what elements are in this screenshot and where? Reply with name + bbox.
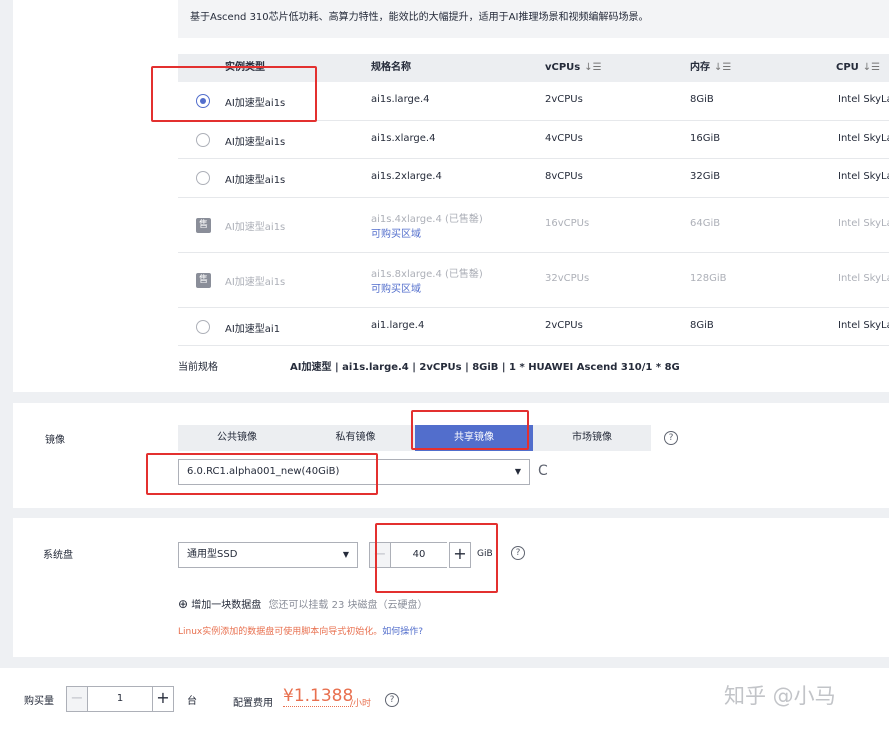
row-type: AI加速型ai1s xyxy=(225,137,286,148)
row-vcpus: 8vCPUs xyxy=(545,171,583,182)
linux-init-hint-text: Linux实例添加的数据盘可使用脚本向导式初始化。 xyxy=(178,627,383,637)
row-vcpus: 2vCPUs xyxy=(545,94,583,105)
help-icon[interactable]: ? xyxy=(664,431,678,445)
add-data-disk-label[interactable]: 增加一块数据盘 xyxy=(191,600,261,611)
price-unit: /小时 xyxy=(350,699,372,709)
watermark: 知乎 @小马 xyxy=(724,684,836,708)
row-cpu: Intel SkyLa xyxy=(838,133,889,144)
row-cpu: Intel SkyLa xyxy=(838,320,889,331)
system-disk-label: 系统盘 xyxy=(43,550,73,561)
help-icon[interactable]: ? xyxy=(385,693,399,707)
row-memory: 128GiB xyxy=(690,273,727,284)
image-label: 镜像 xyxy=(45,435,65,446)
current-spec: 当前规格 AI加速型 | ai1s.large.4 | 2vCPUs | 8GiB… xyxy=(178,358,680,373)
soldout-icon: 售 xyxy=(196,273,211,288)
col-header-type: 实例类型 xyxy=(225,62,265,73)
row-spec: ai1.large.4 xyxy=(371,320,425,331)
row-spec: ai1s.xlarge.4 xyxy=(371,133,436,144)
available-region-link[interactable]: 可购买区域 xyxy=(371,280,421,295)
row-cpu: Intel SkyLa xyxy=(838,273,889,284)
row-memory: 64GiB xyxy=(690,218,721,229)
row-spec: ai1s.8xlarge.4 (已售罄) xyxy=(371,269,483,280)
refresh-icon[interactable]: C xyxy=(538,463,548,479)
row-cpu: Intel SkyLa xyxy=(838,94,889,105)
quantity-label: 购买量 xyxy=(24,696,54,707)
linux-init-hint: Linux实例添加的数据盘可使用脚本向导式初始化。如何操作? xyxy=(178,624,423,637)
tab-market-image[interactable]: 市场镜像 xyxy=(533,425,651,451)
sort-icon[interactable]: ↓☰ xyxy=(714,62,731,73)
disk-type-select[interactable]: 通用型SSD ▼ xyxy=(178,542,358,568)
row-spec: ai1s.large.4 xyxy=(371,94,430,105)
radio-button[interactable] xyxy=(196,133,210,147)
spec-row[interactable]: AI加速型ai1s ai1s.large.4 2vCPUs 8GiB Intel… xyxy=(178,82,889,121)
spec-row-soldout: 售 AI加速型ai1s ai1s.4xlarge.4 (已售罄) 可购买区域 1… xyxy=(178,198,889,253)
row-memory: 16GiB xyxy=(690,133,721,144)
radio-button[interactable] xyxy=(196,171,210,185)
quantity-unit: 台 xyxy=(187,696,197,707)
add-data-disk[interactable]: ⊕ 增加一块数据盘 您还可以挂载 23 块磁盘（云硬盘） xyxy=(178,596,428,611)
row-type: AI加速型ai1 xyxy=(225,324,281,335)
row-cpu: Intel SkyLa xyxy=(838,218,889,229)
radio-button[interactable] xyxy=(196,320,210,334)
quantity-increment-button[interactable]: + xyxy=(152,686,174,712)
row-type: AI加速型ai1s xyxy=(225,175,286,186)
sort-icon[interactable]: ↓☰ xyxy=(584,62,601,73)
row-spec: ai1s.4xlarge.4 (已售罄) xyxy=(371,214,483,225)
col-header-vcpus[interactable]: vCPUs ↓☰ xyxy=(545,54,602,82)
row-memory: 32GiB xyxy=(690,171,721,182)
sort-icon[interactable]: ↓☰ xyxy=(863,62,880,73)
price-value: ¥1.1388 xyxy=(283,686,354,707)
spec-row[interactable]: AI加速型ai1s ai1s.xlarge.4 4vCPUs 16GiB Int… xyxy=(178,121,889,159)
image-panel: 镜像 公共镜像 私有镜像 共享镜像 市场镜像 ? 6.0.RC1.alpha00… xyxy=(13,403,889,508)
row-memory: 8GiB xyxy=(690,94,714,105)
image-select-value: 6.0.RC1.alpha001_new(40GiB) xyxy=(187,466,340,477)
radio-selected[interactable] xyxy=(196,94,210,108)
flavor-description: 基于Ascend 310芯片低功耗、高算力特性，能效比的大幅提升，适用于AI推理… xyxy=(178,0,889,38)
row-type: AI加速型ai1s xyxy=(225,98,286,109)
current-spec-value: AI加速型 | ai1s.large.4 | 2vCPUs | 8GiB | 1… xyxy=(290,362,680,373)
instance-spec-panel: 基于Ascend 310芯片低功耗、高算力特性，能效比的大幅提升，适用于AI推理… xyxy=(13,0,889,392)
row-vcpus: 2vCPUs xyxy=(545,320,583,331)
tab-shared-image[interactable]: 共享镜像 xyxy=(415,425,533,451)
disk-size-increment-button[interactable]: + xyxy=(449,542,471,568)
spec-row[interactable]: AI加速型ai1 ai1.large.4 2vCPUs 8GiB Intel S… xyxy=(178,308,889,346)
add-data-disk-hint: 您还可以挂载 23 块磁盘（云硬盘） xyxy=(268,600,428,611)
col-header-memory[interactable]: 内存 ↓☰ xyxy=(690,54,731,82)
help-icon[interactable]: ? xyxy=(511,546,525,560)
col-header-cpu[interactable]: CPU ↓☰ xyxy=(836,54,880,82)
row-vcpus: 32vCPUs xyxy=(545,273,590,284)
row-spec: ai1s.2xlarge.4 xyxy=(371,171,442,182)
soldout-icon: 售 xyxy=(196,218,211,233)
spec-row-soldout: 售 AI加速型ai1s ai1s.8xlarge.4 (已售罄) 可购买区域 3… xyxy=(178,253,889,308)
fee-label: 配置费用 xyxy=(233,698,273,709)
spec-table-header: 实例类型 规格名称 vCPUs ↓☰ 内存 ↓☰ CPU ↓☰ xyxy=(178,54,889,82)
disk-size-unit: GiB xyxy=(477,549,493,559)
disk-size-input[interactable]: 40 xyxy=(391,542,447,568)
tab-public-image[interactable]: 公共镜像 xyxy=(178,425,296,451)
row-memory: 8GiB xyxy=(690,320,714,331)
disk-type-value: 通用型SSD xyxy=(187,549,238,560)
quantity-decrement-button[interactable]: − xyxy=(66,686,88,712)
available-region-link[interactable]: 可购买区域 xyxy=(371,225,421,240)
tab-private-image[interactable]: 私有镜像 xyxy=(296,425,415,451)
col-header-spec: 规格名称 xyxy=(371,62,411,73)
row-type: AI加速型ai1s xyxy=(225,277,286,288)
disk-size-decrement-button[interactable]: − xyxy=(369,542,391,568)
quantity-input[interactable]: 1 xyxy=(88,686,152,712)
row-vcpus: 16vCPUs xyxy=(545,218,590,229)
system-disk-panel: 系统盘 通用型SSD ▼ − 40 + GiB ? ⊕ 增加一块数据盘 您还可以… xyxy=(13,518,889,657)
plus-circle-icon: ⊕ xyxy=(178,597,189,611)
row-vcpus: 4vCPUs xyxy=(545,133,583,144)
purchase-bar: 购买量 − 1 + 台 配置费用 ¥1.1388 /小时 ? 知乎 @小马 xyxy=(0,668,889,731)
row-cpu: Intel SkyLa xyxy=(838,171,889,182)
how-to-link[interactable]: 如何操作? xyxy=(382,627,423,637)
current-spec-label: 当前规格 xyxy=(178,362,218,373)
image-select[interactable]: 6.0.RC1.alpha001_new(40GiB) ▼ xyxy=(178,459,530,485)
chevron-down-icon: ▼ xyxy=(514,467,521,476)
spec-row[interactable]: AI加速型ai1s ai1s.2xlarge.4 8vCPUs 32GiB In… xyxy=(178,159,889,198)
row-type: AI加速型ai1s xyxy=(225,222,286,233)
chevron-down-icon: ▼ xyxy=(342,550,349,559)
